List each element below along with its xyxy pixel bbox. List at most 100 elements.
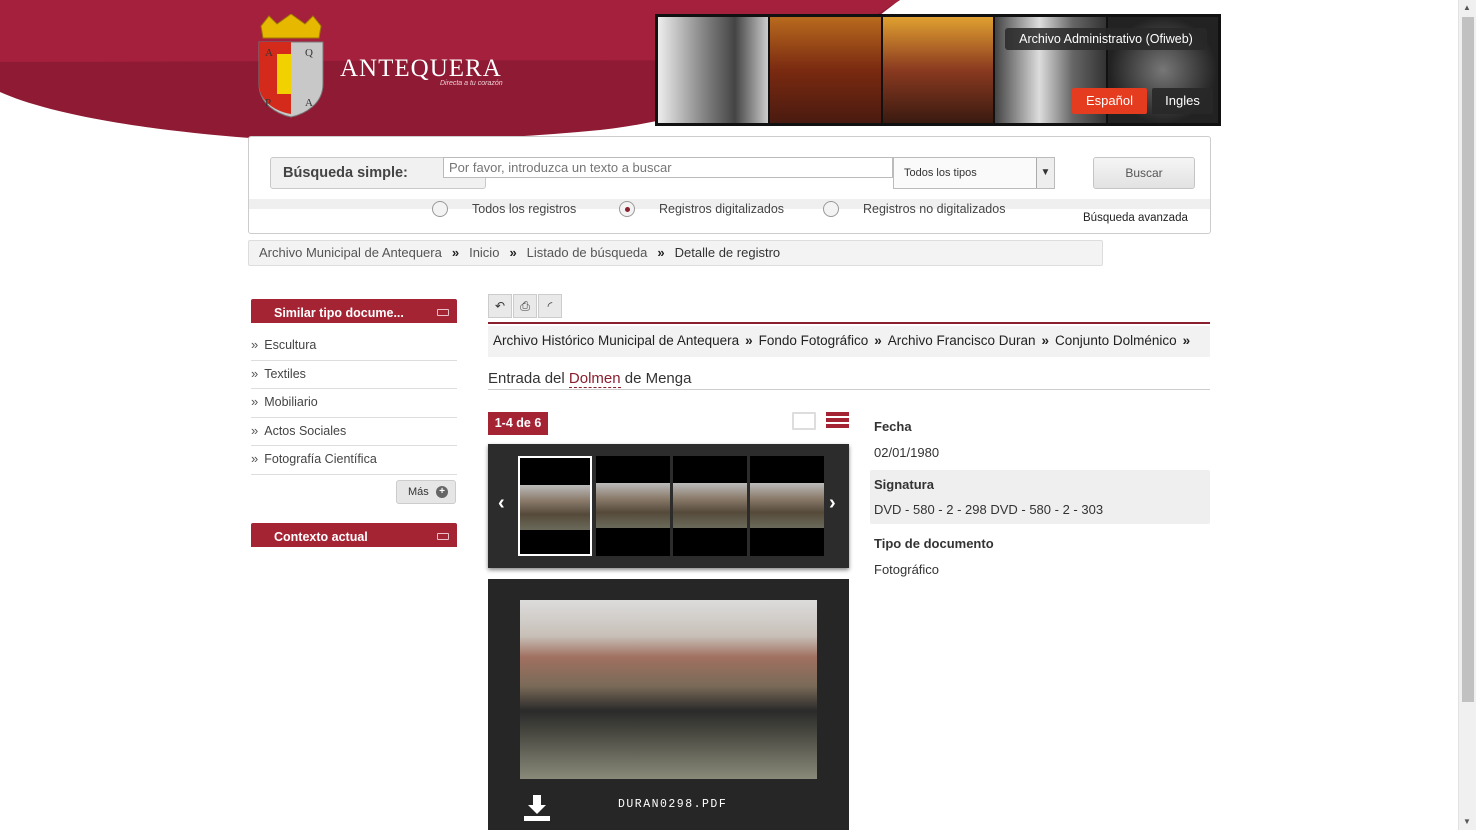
plus-icon: + xyxy=(436,486,448,498)
banner-photo xyxy=(882,17,994,123)
title-highlight: Dolmen xyxy=(568,370,621,388)
bullet-icon: » xyxy=(251,451,259,466)
rss-icon[interactable]: ◜ xyxy=(538,294,562,318)
current-context-title: Contexto actual xyxy=(274,530,368,544)
more-label: Más xyxy=(408,486,429,498)
radio-all-records[interactable]: Todos los registros xyxy=(432,201,576,217)
radio-label: Registros digitalizados xyxy=(659,202,785,216)
breadcrumb-current: Detalle de registro xyxy=(674,245,781,260)
breadcrumb-link[interactable]: Listado de búsqueda xyxy=(527,245,648,260)
scroll-up-icon[interactable]: ▲ xyxy=(1463,3,1471,12)
banner-title[interactable]: Archivo Administrativo (Ofiweb) xyxy=(1005,28,1207,50)
sidebar-item-label: Fotografía Científica xyxy=(264,452,377,466)
folder-icon[interactable] xyxy=(437,309,449,316)
path-link[interactable]: Archivo Histórico Municipal de Antequera xyxy=(493,333,739,348)
list-view-icon[interactable] xyxy=(826,412,849,432)
bullet-icon: » xyxy=(251,394,259,409)
radio-circle-checked[interactable] xyxy=(619,201,635,217)
thumbnail-image xyxy=(596,483,670,528)
record-title: Entrada del Dolmen de Menga xyxy=(488,370,1210,390)
path-separator: » xyxy=(1182,333,1191,348)
svg-text:A: A xyxy=(305,97,313,109)
field-label: Tipo de documento xyxy=(874,536,994,551)
search-panel: Búsqueda simple: Todos los tipos ▼ Busca… xyxy=(248,136,1211,234)
more-button[interactable]: Más + xyxy=(396,480,456,504)
type-select[interactable]: Todos los tipos ▼ xyxy=(893,157,1055,189)
field-label: Signatura xyxy=(874,477,934,492)
path-separator: » xyxy=(874,333,882,348)
prev-arrow-icon[interactable]: ‹ xyxy=(498,492,505,515)
sidebar-item[interactable]: » Fotografía Científica xyxy=(251,446,457,475)
field-label: Fecha xyxy=(874,419,912,434)
sidebar-item[interactable]: » Mobiliario xyxy=(251,389,457,418)
list-line xyxy=(826,412,849,416)
current-context-header[interactable]: Contexto actual xyxy=(251,523,457,547)
print-icon[interactable]: ⎙ xyxy=(513,294,537,318)
path-separator: » xyxy=(1041,333,1050,348)
radio-label: Registros no digitalizados xyxy=(863,202,1006,216)
search-input[interactable] xyxy=(443,157,893,178)
breadcrumb-separator: » xyxy=(509,245,517,260)
radio-label: Todos los registros xyxy=(472,202,577,216)
sidebar-item-label: Escultura xyxy=(264,338,317,352)
type-select-value: Todos los tipos xyxy=(904,167,977,179)
vertical-scrollbar[interactable]: ▲ ▼ xyxy=(1458,0,1476,830)
thumbnail[interactable] xyxy=(750,456,824,556)
path-link[interactable]: Fondo Fotográfico xyxy=(759,333,869,348)
svg-text:Q: Q xyxy=(305,47,313,59)
image-preview: DURAN0298.PDF xyxy=(488,579,849,830)
coat-of-arms-logo[interactable]: A Q P A xyxy=(255,13,327,118)
field-signature: Signatura DVD - 580 - 2 - 298 DVD - 580 … xyxy=(870,470,1210,524)
title-text: Entrada del xyxy=(488,370,569,387)
field-value: 02/01/1980 xyxy=(874,445,940,460)
path-link[interactable]: Conjunto Dolménico xyxy=(1055,333,1177,348)
advanced-search-link[interactable]: Búsqueda avanzada xyxy=(1083,212,1188,224)
path-link[interactable]: Archivo Francisco Duran xyxy=(888,333,1036,348)
language-english-button[interactable]: Ingles xyxy=(1152,88,1213,114)
radio-non-digitized-records[interactable]: Registros no digitalizados xyxy=(823,201,1005,217)
thumbnail-image xyxy=(750,483,824,528)
scroll-down-icon[interactable]: ▼ xyxy=(1463,817,1471,826)
brand-name: ANTEQUERA xyxy=(340,55,502,82)
banner-photo xyxy=(770,17,881,123)
breadcrumb: Archivo Municipal de Antequera » Inicio » Li… xyxy=(248,240,1103,266)
monitor-icon[interactable] xyxy=(792,412,816,430)
radio-digitized-records[interactable]: Registros digitalizados xyxy=(619,201,784,217)
field-value: Fotográfico xyxy=(874,562,940,577)
next-arrow-icon[interactable]: › xyxy=(829,492,836,515)
scrollbar-thumb[interactable] xyxy=(1462,17,1474,702)
back-icon[interactable]: ↶ xyxy=(488,294,512,318)
record-path: Archivo Histórico Municipal de Antequera… xyxy=(488,326,1210,357)
radio-circle[interactable] xyxy=(823,201,839,217)
similar-type-header[interactable]: Similar tipo docume... xyxy=(251,299,457,323)
sidebar-item[interactable]: » Escultura xyxy=(251,332,457,361)
download-icon[interactable] xyxy=(522,793,552,823)
thumbnail-carousel: ‹ › xyxy=(488,444,849,568)
chevron-down-icon[interactable]: ▼ xyxy=(1036,158,1054,188)
folder-icon[interactable] xyxy=(437,533,449,540)
file-name[interactable]: DURAN0298.PDF xyxy=(618,798,727,811)
similar-type-list: » Escultura » Textiles » Mobiliario » Actos … xyxy=(251,332,457,475)
search-button[interactable]: Buscar xyxy=(1093,157,1195,189)
thumbnail[interactable] xyxy=(673,456,747,556)
sidebar-item[interactable]: » Actos Sociales xyxy=(251,418,457,446)
field-value: DVD - 580 - 2 - 298 DVD - 580 - 2 - 303 xyxy=(874,502,1104,517)
thumbnail-image xyxy=(520,485,590,530)
sidebar-item-label: Actos Sociales xyxy=(264,423,347,438)
breadcrumb-link[interactable]: Inicio xyxy=(469,245,499,260)
list-line xyxy=(826,418,849,422)
language-spanish-button[interactable]: Español xyxy=(1072,88,1147,114)
similar-type-title: Similar tipo docume... xyxy=(274,306,404,320)
radio-circle[interactable] xyxy=(432,201,448,217)
image-counter-badge: 1-4 de 6 xyxy=(488,412,548,435)
path-separator: » xyxy=(745,333,753,348)
bullet-icon: » xyxy=(251,365,259,381)
thumbnail[interactable] xyxy=(596,456,670,556)
thumbnail-image xyxy=(673,483,747,528)
breadcrumb-link[interactable]: Archivo Municipal de Antequera xyxy=(259,245,442,260)
dolmen-photo[interactable] xyxy=(520,600,817,779)
brand-tagline: Directa a tu corazón xyxy=(440,80,503,87)
thumbnail-selected[interactable] xyxy=(518,456,592,556)
svg-text:P: P xyxy=(265,97,271,109)
sidebar-item[interactable]: » Textiles xyxy=(251,361,457,389)
